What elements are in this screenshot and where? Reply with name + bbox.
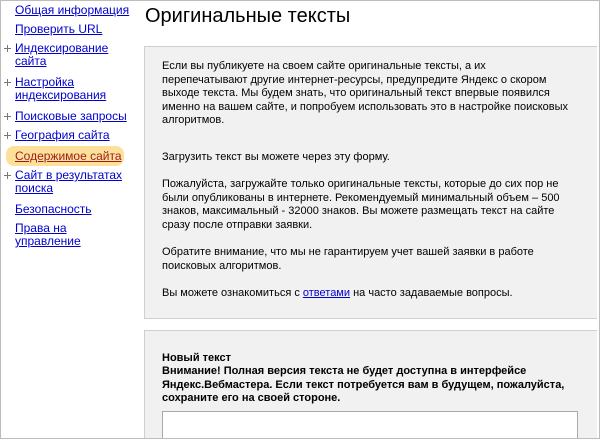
- sidebar-item-site-content[interactable]: Содержимое сайта: [15, 150, 122, 163]
- new-text-textarea[interactable]: [162, 411, 578, 438]
- sidebar-nav: Общая информация Проверить URL Индексиро…: [1, 1, 131, 438]
- sidebar-item-search-queries[interactable]: Поисковые запросы: [15, 110, 127, 123]
- info-paragraph: Загрузить текст вы можете через эту форм…: [162, 151, 390, 163]
- expand-plus-icon[interactable]: [4, 172, 11, 179]
- faq-text-after: на часто задаваемые вопросы.: [350, 287, 513, 299]
- sidebar-item-access-rights[interactable]: Права на управление: [15, 222, 81, 248]
- webmaster-window: Общая информация Проверить URL Индексиро…: [0, 0, 600, 439]
- sidebar-item-check-url[interactable]: Проверить URL: [15, 23, 102, 36]
- info-paragraph: Обратите внимание, что мы не гарантируем…: [162, 246, 534, 272]
- info-paragraph: Если вы публикуете на своем сайте оригин…: [162, 60, 569, 126]
- expand-plus-icon[interactable]: [4, 79, 11, 86]
- page-title: Оригинальные тексты: [145, 5, 351, 27]
- expand-plus-icon[interactable]: [4, 45, 11, 52]
- info-paragraph: Пожалуйста, загружайте только оригинальн…: [162, 178, 560, 231]
- new-text-title: Новый текст: [162, 352, 232, 364]
- new-text-warning: Внимание! Полная версия текста не будет …: [162, 365, 565, 404]
- info-paragraph-faq: Вы можете ознакомиться с ответами на час…: [162, 287, 574, 301]
- faq-text-before: Вы можете ознакомиться с: [162, 287, 303, 299]
- expand-plus-icon[interactable]: [4, 113, 11, 120]
- sidebar-item-indexing[interactable]: Индексирование сайта: [15, 42, 108, 68]
- sidebar-item-security[interactable]: Безопасность: [15, 203, 92, 216]
- info-panel: Если вы публикуете на своем сайте оригин…: [144, 46, 597, 319]
- faq-answers-link[interactable]: ответами: [303, 287, 350, 299]
- expand-plus-icon[interactable]: [4, 132, 11, 139]
- sidebar-item-search-results[interactable]: Сайт в результатах поиска: [15, 169, 122, 195]
- sidebar-item-geography[interactable]: География сайта: [15, 129, 110, 142]
- sidebar-item-indexing-settings[interactable]: Настройка индексирования: [15, 76, 106, 102]
- sidebar-item-general-info[interactable]: Общая информация: [15, 4, 129, 17]
- new-text-panel: Новый текст Внимание! Полная версия текс…: [144, 330, 597, 438]
